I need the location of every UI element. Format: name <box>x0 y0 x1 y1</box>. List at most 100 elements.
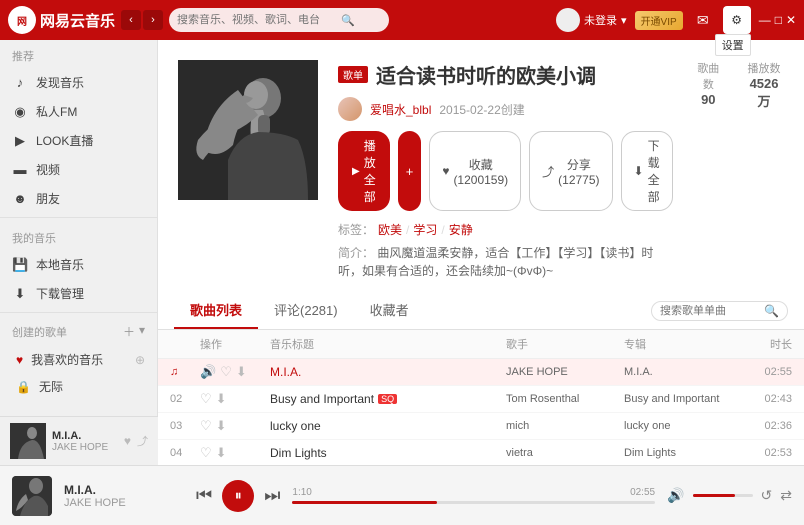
play-count-label: 播放数 <box>744 60 784 76</box>
progress-track[interactable] <box>292 501 655 504</box>
pause-button[interactable]: ⏸ <box>222 480 254 512</box>
tab-collectors[interactable]: 收藏者 <box>354 292 425 329</box>
tag-1[interactable]: 学习 <box>413 221 437 238</box>
table-row[interactable]: 03 ♡ ⬇ lucky one mich lucky one 02:36 <box>158 413 804 440</box>
tab-comments[interactable]: 评论(2281) <box>258 292 354 329</box>
download-song-icon[interactable]: ⬇ <box>236 364 247 380</box>
share-button[interactable]: ⤴ 分享(12775) <box>529 131 612 211</box>
table-row[interactable]: 04 ♡ ⬇ Dim Lights vietra Dim Lights 02:5… <box>158 440 804 467</box>
login-area[interactable]: 未登录 ▾ <box>556 8 627 32</box>
song-album[interactable]: Dim Lights <box>624 447 742 459</box>
song-album[interactable]: M.I.A. <box>624 366 742 378</box>
song-artist[interactable]: vietra <box>506 447 624 459</box>
tab-search-input[interactable] <box>660 305 760 317</box>
download-dl-icon: ⬇ <box>634 164 644 178</box>
tab-search[interactable]: 🔍 <box>651 301 788 321</box>
song-duration: 02:36 <box>742 420 792 432</box>
player-controls: ⏮ ⏸ ⏭ <box>196 480 280 512</box>
stat-play-count: 播放数 4526万 <box>744 60 784 110</box>
sidebar-item-friends[interactable]: ☻ 朋友 <box>0 184 157 213</box>
player-track-info: M.I.A. JAKE HOPE <box>64 483 184 509</box>
add-button[interactable]: + <box>398 131 422 211</box>
sidebar-item-look[interactable]: ▶ LOOK直播 <box>0 126 157 155</box>
add-to-playlist-icon[interactable]: ⊕ <box>135 353 145 367</box>
song-number: 03 <box>170 420 200 432</box>
like-icon[interactable]: ♡ <box>200 418 212 434</box>
minimize-button[interactable]: — <box>759 13 771 27</box>
tab-songs[interactable]: 歌曲列表 <box>174 292 258 329</box>
song-title-cell[interactable]: Busy and Important SQ <box>270 392 506 406</box>
song-title-cell[interactable]: M.I.A. <box>270 365 506 379</box>
download-song-icon[interactable]: ⬇ <box>216 391 227 407</box>
tag-2[interactable]: 安静 <box>449 221 473 238</box>
search-bar[interactable]: 🔍 <box>169 8 389 32</box>
nav-back[interactable]: ‹ <box>121 10 141 30</box>
collect-icon: ♥ <box>442 164 449 178</box>
player-album-art <box>12 476 52 516</box>
collect-label: 收藏(1200159) <box>453 156 508 187</box>
sidebar-item-download[interactable]: ⬇ 下载管理 <box>0 279 157 308</box>
download-song-icon[interactable]: ⬇ <box>216 445 227 461</box>
header-album: 专辑 <box>624 336 742 352</box>
table-row[interactable]: 02 ♡ ⬇ Busy and Important SQ Tom Rosenth… <box>158 386 804 413</box>
header-duration: 时长 <box>742 336 792 352</box>
song-title-cell[interactable]: Dim Lights <box>270 446 506 460</box>
nav-forward[interactable]: › <box>143 10 163 30</box>
song-title: Busy and Important <box>270 392 374 406</box>
sidebar-item-discover[interactable]: ♪ 发现音乐 <box>0 68 157 97</box>
like-icon[interactable]: ♡ <box>220 364 232 380</box>
repeat-icon[interactable]: ↺ <box>761 487 773 504</box>
sidebar-playlist-liked[interactable]: ♥ 我喜欢的音乐 ⊕ <box>0 346 157 373</box>
song-album[interactable]: lucky one <box>624 420 742 432</box>
next-button[interactable]: ⏭ <box>264 485 280 506</box>
song-artist[interactable]: mich <box>506 420 624 432</box>
playlist-info: 歌单 适合读书时听的欧美小调 爱唱水_blbl 2015-02-22创建 ▶ 播… <box>338 60 673 280</box>
download-button[interactable]: ⬇ 下载全部 <box>621 131 673 211</box>
song-album[interactable]: Busy and Important <box>624 393 742 405</box>
gear-icon: ⚙ <box>731 13 742 27</box>
add-playlist-icon[interactable]: ＋ <box>123 323 135 340</box>
prev-button[interactable]: ⏮ <box>196 485 212 506</box>
collect-button[interactable]: ♥ 收藏(1200159) <box>429 131 521 211</box>
volume-fill <box>693 494 735 497</box>
vip-button[interactable]: 开通VIP <box>635 11 683 30</box>
search-input[interactable] <box>177 14 337 26</box>
shuffle-icon[interactable]: ⇄ <box>780 487 792 504</box>
maximize-button[interactable]: □ <box>775 13 782 27</box>
close-button[interactable]: ✕ <box>786 13 796 27</box>
local-icon: 💾 <box>12 257 28 273</box>
creator-name[interactable]: 爱唱水_blbl <box>370 101 431 118</box>
like-icon[interactable]: ♡ <box>200 391 212 407</box>
sidebar-album-art <box>10 423 46 459</box>
song-artist[interactable]: Tom Rosenthal <box>506 393 624 405</box>
volume-icon[interactable]: 🔊 <box>667 487 684 504</box>
song-title-cell[interactable]: lucky one <box>270 419 506 433</box>
like-icon[interactable]: ♡ <box>200 445 212 461</box>
collapse-icon[interactable]: ▾ <box>139 323 145 340</box>
settings-button[interactable]: ⚙ <box>723 6 751 34</box>
total-time: 02:55 <box>630 487 655 498</box>
logo-icon: 网 <box>8 6 36 34</box>
song-number: 02 <box>170 393 200 405</box>
sidebar-share-icon[interactable]: ⤴ <box>137 433 148 449</box>
song-artist[interactable]: JAKE HOPE <box>506 366 624 378</box>
playlist-badge: 歌单 <box>338 66 368 83</box>
badge-row: 歌单 适合读书时听的欧美小调 <box>338 60 673 89</box>
app-name: 网易云音乐 <box>40 10 115 31</box>
sidebar-playlist-wuji[interactable]: 🔒 无际 <box>0 373 157 400</box>
table-row[interactable]: ♫ 🔊 ♡ ⬇ M.I.A. JAKE HOPE M.I.A. 02:55 <box>158 359 804 386</box>
sidebar-item-video[interactable]: ▬ 视频 <box>0 155 157 184</box>
sidebar-item-local[interactable]: 💾 本地音乐 <box>0 250 157 279</box>
play-all-button[interactable]: ▶ 播放全部 <box>338 131 390 211</box>
sidebar-item-fm[interactable]: ◉ 私人FM <box>0 97 157 126</box>
sidebar-created-header: 创建的歌单 ＋ ▾ <box>0 317 157 346</box>
speaker-icon: 🔊 <box>200 364 216 380</box>
tag-0[interactable]: 欧美 <box>378 221 402 238</box>
volume-bar[interactable] <box>693 494 753 497</box>
mail-icon[interactable]: ✉ <box>691 12 715 29</box>
fm-icon: ◉ <box>12 104 28 120</box>
download-song-icon[interactable]: ⬇ <box>216 418 227 434</box>
sidebar-heart-icon[interactable]: ♥ <box>124 434 131 448</box>
sidebar-playlist-label: 我喜欢的音乐 <box>31 351 103 368</box>
player-progress-area: 1:10 02:55 <box>292 487 655 504</box>
